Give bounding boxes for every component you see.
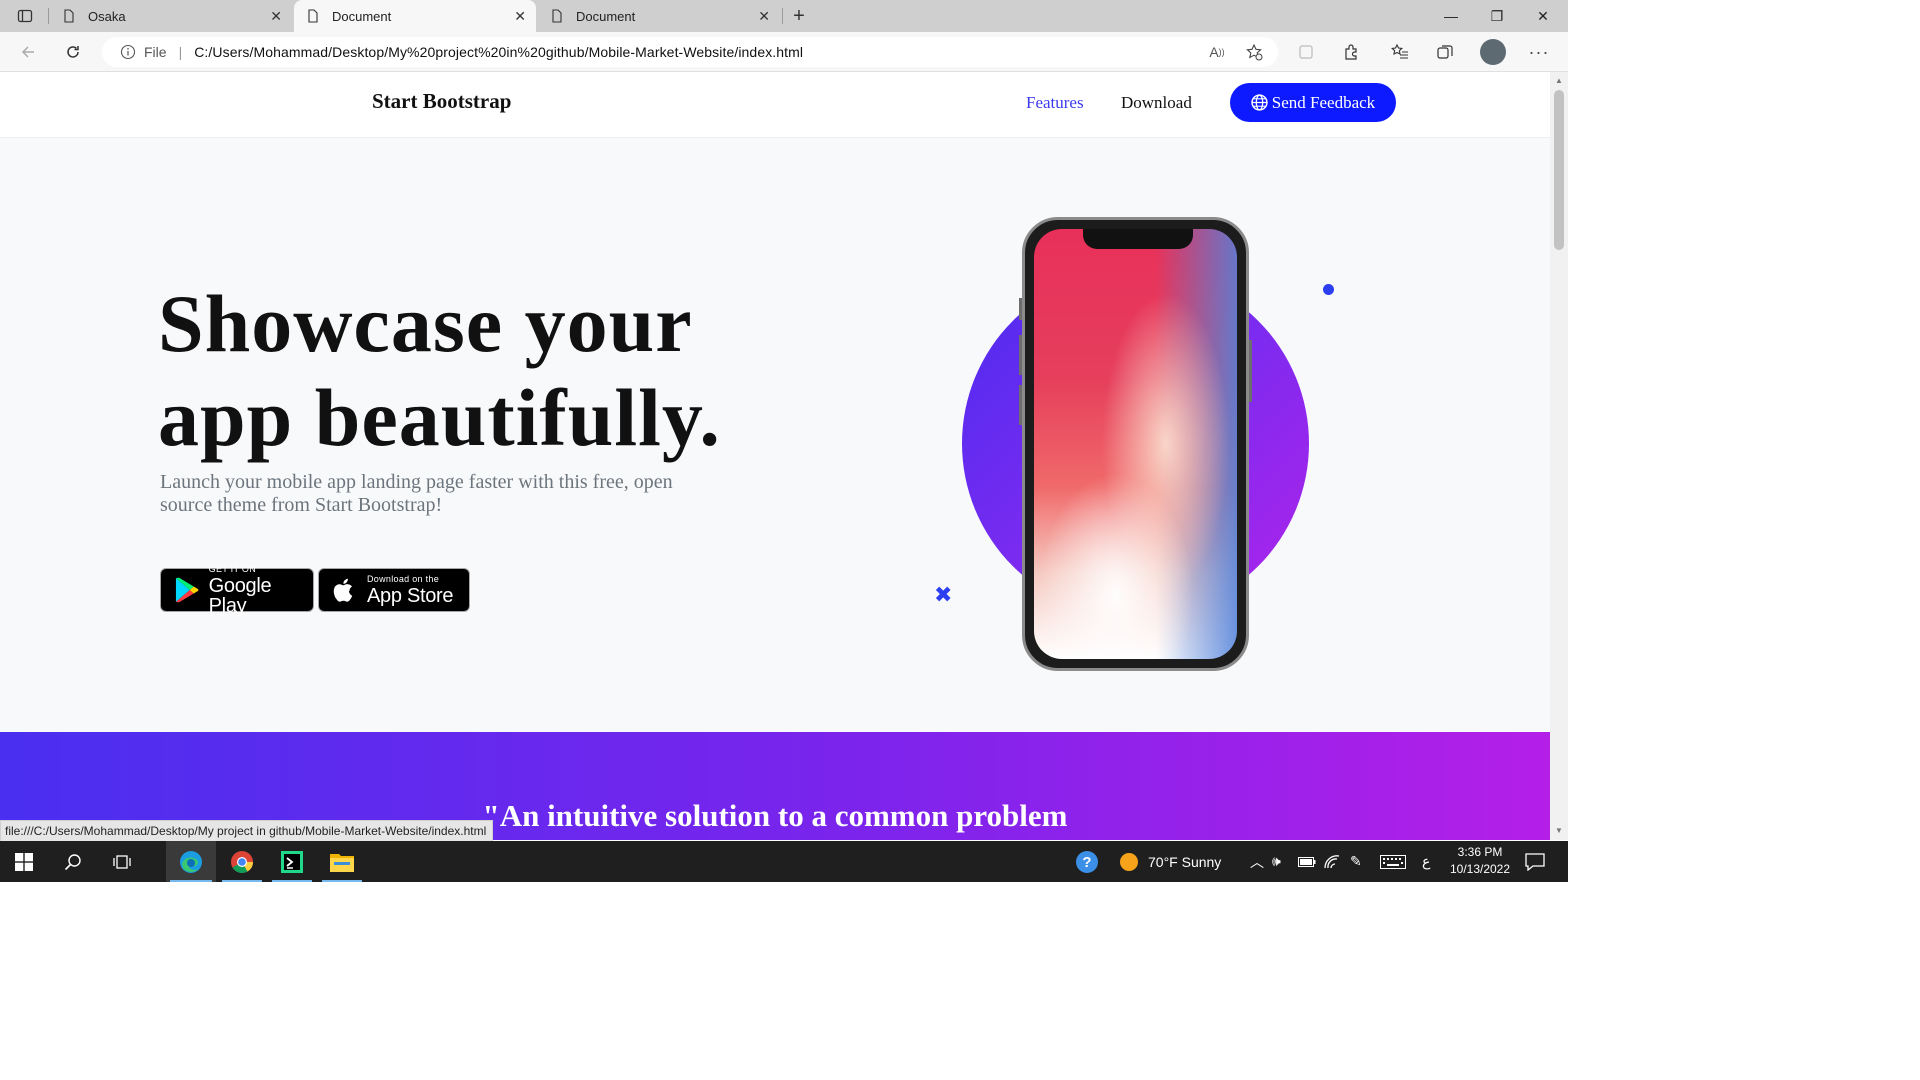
back-button[interactable] [16, 40, 40, 64]
phone-notch [1083, 229, 1193, 249]
url-text[interactable]: C:/Users/Mohammad/Desktop/My%20project%2… [194, 44, 803, 60]
clock-date: 10/13/2022 [1449, 862, 1511, 876]
google-play-icon [175, 577, 199, 603]
site-navbar: Start Bootstrap Features Download Send F… [0, 72, 1550, 137]
browser-toolbar: File | C:/Users/Mohammad/Desktop/My%20pr… [0, 32, 1568, 72]
phone-mockup-image [1019, 217, 1252, 671]
add-favorite-icon[interactable] [1242, 37, 1266, 67]
phone-screen [1034, 229, 1237, 659]
send-feedback-button[interactable]: Send Feedback [1230, 83, 1396, 122]
svg-text:?: ? [1082, 854, 1091, 871]
decorative-dot [1323, 284, 1334, 295]
page-viewport: Start Bootstrap Features Download Send F… [0, 72, 1550, 840]
windows-taskbar: ? 70°F Sunny ︿ 🕪 ✎ ع 3:36 PM 10/13/2022 [0, 841, 1568, 882]
favorites-icon[interactable] [1388, 40, 1412, 64]
apple-badge-big-text: App Store [367, 584, 454, 607]
help-icon[interactable]: ? [1074, 841, 1100, 882]
sun-icon [1120, 852, 1138, 871]
search-icon[interactable] [49, 841, 97, 882]
hero-title: Showcase your app beautifully. [158, 277, 798, 465]
page-scrollbar[interactable]: ▲ ▼ [1550, 72, 1568, 840]
tab-osaka[interactable]: Osaka ✕ [50, 0, 292, 32]
restore-button[interactable]: ❐ [1474, 0, 1520, 32]
tab-title: Osaka [88, 8, 126, 24]
phone-side-button [1019, 385, 1022, 425]
browser-tab-bar: Osaka ✕ Document ✕ Document ✕ + — ❐ ✕ [0, 0, 1568, 32]
running-app-indicator [272, 880, 312, 882]
tab-title: Document [332, 8, 392, 24]
status-bar-url: file:///C:/Users/Mohammad/Desktop/My pro… [0, 820, 494, 843]
weather-widget[interactable]: 70°F Sunny [1118, 841, 1221, 882]
input-language-indicator[interactable]: ع [1422, 841, 1430, 882]
google-play-badge[interactable]: GET IT ON Google Play [160, 563, 314, 616]
notification-center-icon[interactable] [1525, 841, 1545, 882]
send-feedback-label: Send Feedback [1271, 92, 1376, 112]
task-view-icon[interactable] [98, 841, 146, 882]
close-icon[interactable]: ✕ [514, 9, 526, 23]
volume-icon[interactable]: 🕪 [1272, 841, 1281, 882]
nav-features-link[interactable]: Features [1026, 93, 1084, 113]
site-brand[interactable]: Start Bootstrap [372, 89, 511, 114]
close-icon[interactable]: ✕ [758, 9, 770, 23]
tab-separator [782, 8, 783, 24]
hero-subtitle: Launch your mobile app landing page fast… [160, 471, 673, 516]
nav-download-link[interactable]: Download [1121, 93, 1192, 113]
scroll-up-arrow-icon[interactable]: ▲ [1554, 76, 1564, 86]
wifi-icon[interactable] [1323, 841, 1341, 882]
taskbar-clock[interactable]: 3:36 PM 10/13/2022 [1445, 844, 1515, 878]
scroll-down-arrow-icon[interactable]: ▼ [1554, 826, 1564, 836]
apple-badge-small-text: Download on the [367, 573, 440, 584]
close-icon[interactable]: ✕ [270, 9, 282, 23]
google-badge-small-text: GET IT ON [208, 563, 257, 574]
google-badge-big-text: Google Play [208, 574, 272, 617]
extension-disabled-icon[interactable] [1294, 40, 1318, 64]
tab-actions-icon[interactable] [8, 4, 42, 28]
active-app-indicator [170, 880, 212, 882]
document-icon [552, 9, 562, 23]
collections-icon[interactable] [1433, 40, 1457, 64]
address-bar[interactable]: File | C:/Users/Mohammad/Desktop/My%20pr… [102, 37, 1278, 67]
running-app-indicator [222, 880, 262, 882]
info-icon[interactable] [120, 44, 136, 60]
document-icon [308, 9, 318, 23]
tab-document-active[interactable]: Document ✕ [294, 0, 536, 32]
pen-icon[interactable]: ✎ [1350, 841, 1362, 882]
chrome-icon[interactable] [218, 841, 266, 882]
refresh-button[interactable] [61, 40, 85, 64]
apple-icon [333, 578, 353, 602]
clock-time: 3:36 PM [1457, 845, 1503, 859]
new-tab-button[interactable]: + [788, 4, 810, 28]
more-menu-icon[interactable]: ··· [1527, 40, 1551, 64]
edge-icon[interactable] [166, 841, 216, 882]
weather-text: 70°F Sunny [1148, 853, 1222, 870]
url-scheme-label: File [144, 44, 167, 60]
scrollbar-thumb[interactable] [1554, 90, 1564, 250]
pycharm-icon[interactable] [268, 841, 316, 882]
tab-separator [48, 8, 49, 24]
phone-side-button [1019, 298, 1022, 320]
tab-title: Document [576, 8, 636, 24]
minimize-button[interactable]: — [1428, 0, 1474, 32]
decorative-cross-icon: ✖ [934, 583, 953, 608]
battery-icon[interactable] [1298, 841, 1316, 882]
close-window-button[interactable]: ✕ [1520, 0, 1566, 32]
phone-side-button [1249, 340, 1252, 402]
url-divider: | [178, 44, 183, 60]
phone-side-button [1019, 335, 1022, 375]
app-store-badge[interactable]: Download on the App Store [318, 568, 470, 612]
running-app-indicator [322, 880, 362, 882]
globe-icon [1251, 94, 1268, 111]
document-icon [64, 9, 74, 23]
hero-title-line2: app beautifully. [158, 372, 721, 463]
tab-document[interactable]: Document ✕ [538, 0, 780, 32]
touch-keyboard-icon[interactable] [1380, 841, 1406, 882]
profile-avatar[interactable] [1480, 39, 1506, 65]
windows-start-icon[interactable] [0, 841, 48, 882]
file-explorer-icon[interactable] [318, 841, 366, 882]
hero-title-line1: Showcase your [158, 278, 693, 369]
extensions-icon[interactable] [1339, 40, 1363, 64]
read-aloud-icon[interactable]: A)) [1205, 37, 1229, 67]
show-hidden-icons-icon[interactable]: ︿ [1250, 841, 1264, 882]
